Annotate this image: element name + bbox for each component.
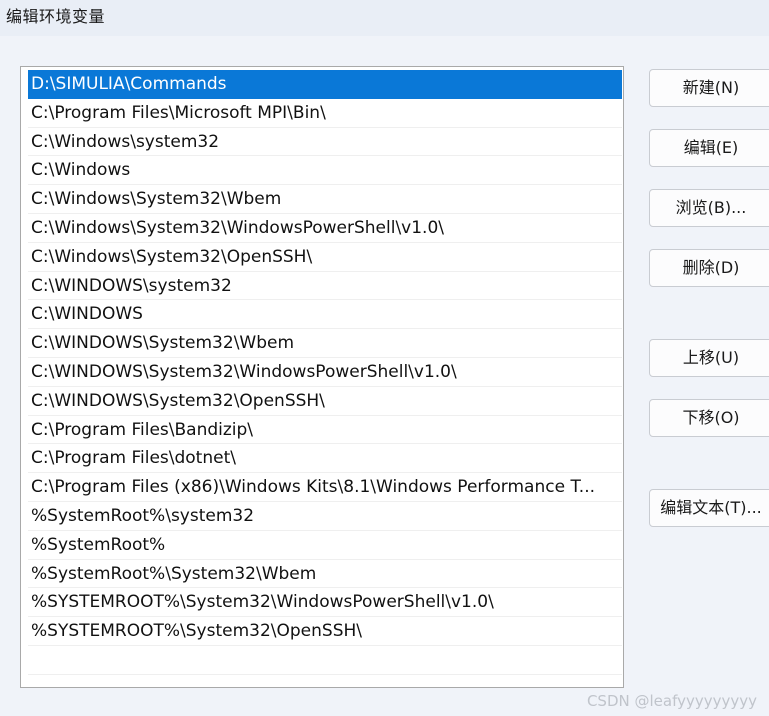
path-list-items: D:\SIMULIA\Commands C:\Program Files\Micr… <box>28 70 622 675</box>
title-bar: 编辑环境变量 <box>0 0 769 36</box>
path-list-item[interactable]: D:\SIMULIA\Commands <box>28 70 622 99</box>
path-list-item[interactable]: C:\Program Files (x86)\Windows Kits\8.1\… <box>28 473 622 502</box>
path-list-item[interactable]: C:\Windows <box>28 156 622 186</box>
edit-env-variable-dialog: 编辑环境变量 D:\SIMULIA\Commands C:\Program Fil… <box>0 0 769 716</box>
move-down-button[interactable]: 下移(O) <box>649 399 769 437</box>
edit-text-button[interactable]: 编辑文本(T)... <box>649 489 769 527</box>
path-list-item[interactable]: C:\WINDOWS\System32\OpenSSH\ <box>28 387 622 416</box>
path-list-item[interactable]: %SystemRoot%\System32\Wbem <box>28 560 622 589</box>
edit-button[interactable]: 编辑(E) <box>649 129 769 167</box>
path-list-item[interactable] <box>28 646 622 675</box>
path-list-item[interactable]: C:\Windows\System32\Wbem <box>28 185 622 214</box>
path-list-item[interactable]: C:\WINDOWS\system32 <box>28 272 622 301</box>
move-up-button[interactable]: 上移(U) <box>649 339 769 377</box>
path-list-item[interactable]: C:\WINDOWS\System32\WindowsPowerShell\v1… <box>28 358 622 387</box>
path-list-item[interactable]: C:\WINDOWS <box>28 300 622 330</box>
path-list-item[interactable]: %SystemRoot% <box>28 531 622 560</box>
path-list-item[interactable]: %SystemRoot%\system32 <box>28 502 622 531</box>
watermark: CSDN @leafyyyyyyyyy <box>586 692 757 710</box>
path-list-item[interactable]: C:\Windows\System32\WindowsPowerShell\v1… <box>28 214 622 243</box>
dialog-title: 编辑环境变量 <box>6 7 106 26</box>
path-list-item[interactable]: C:\Program Files\dotnet\ <box>28 444 622 474</box>
new-button[interactable]: 新建(N) <box>649 69 769 107</box>
path-list-item[interactable]: %SYSTEMROOT%\System32\OpenSSH\ <box>28 617 622 646</box>
path-list-item[interactable]: C:\Windows\system32 <box>28 128 622 157</box>
path-list-item[interactable]: %SYSTEMROOT%\System32\WindowsPowerShell\… <box>28 588 622 618</box>
path-list-item[interactable]: C:\Windows\System32\OpenSSH\ <box>28 243 622 272</box>
browse-button[interactable]: 浏览(B)... <box>649 189 769 227</box>
delete-button[interactable]: 删除(D) <box>649 249 769 287</box>
path-list[interactable]: D:\SIMULIA\Commands C:\Program Files\Micr… <box>20 66 624 688</box>
path-list-item[interactable]: C:\WINDOWS\System32\Wbem <box>28 329 622 358</box>
path-list-item[interactable]: C:\Program Files\Bandizip\ <box>28 416 622 445</box>
path-list-item[interactable]: C:\Program Files\Microsoft MPI\Bin\ <box>28 99 622 128</box>
